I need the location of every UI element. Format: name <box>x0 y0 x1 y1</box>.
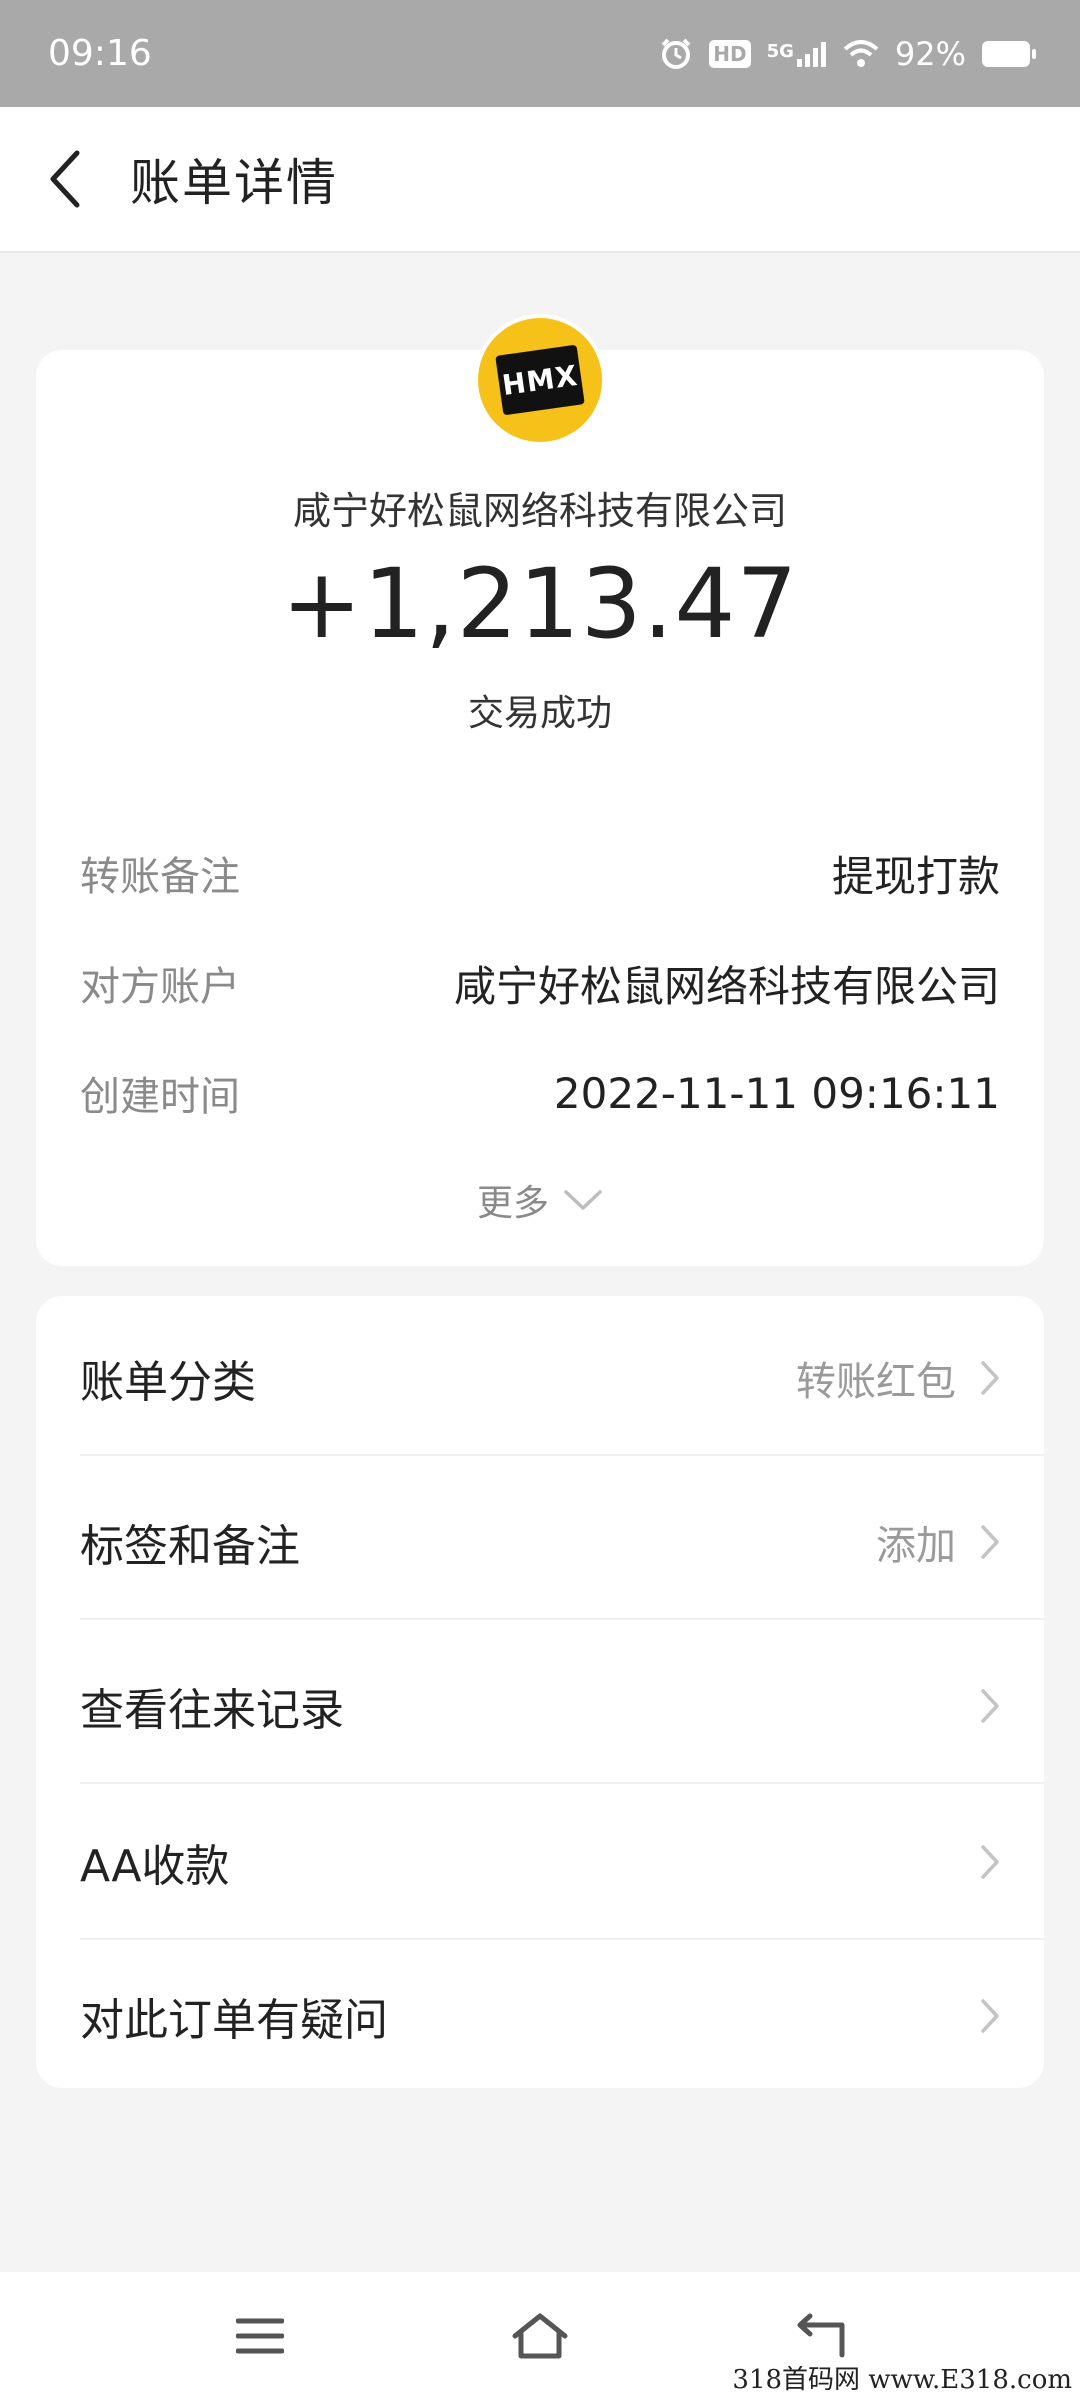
menu-item-order-question[interactable]: 对此订单有疑问 <box>36 1938 1044 2094</box>
app-header: 账单详情 <box>0 107 1080 253</box>
more-label: 更多 <box>476 1183 549 1224</box>
menu-item-label: 账单分类 <box>80 1357 256 1408</box>
signal-icon: 5G <box>767 41 827 67</box>
detail-label: 创建时间 <box>80 1074 240 1120</box>
more-button[interactable]: 更多 <box>0 1172 1080 1228</box>
hd-icon: HD <box>709 39 751 68</box>
divider <box>80 1618 1044 1620</box>
divider <box>80 1454 1044 1456</box>
menu-nav-button[interactable] <box>230 2306 290 2366</box>
transaction-status: 交易成功 <box>467 693 612 734</box>
menu-item-value: 转账红包 <box>796 1359 956 1405</box>
menu-item-label: 查看往来记录 <box>80 1685 344 1736</box>
chevron-right-icon <box>981 1361 999 1395</box>
back-button[interactable] <box>0 106 130 252</box>
status-time: 09:16 <box>48 33 152 74</box>
menu-item-history[interactable]: 查看往来记录 <box>36 1628 1044 1784</box>
menu-item-tags-notes[interactable]: 标签和备注 添加 <box>36 1464 1044 1620</box>
menu-item-bill-category[interactable]: 账单分类 转账红包 <box>36 1300 1044 1456</box>
merchant-name: 咸宁好松鼠网络科技有限公司 <box>292 489 787 533</box>
detail-value: 2022-11-11 09:16:11 <box>553 1068 1000 1118</box>
back-nav-button[interactable] <box>790 2306 850 2366</box>
menu-item-label: 标签和备注 <box>80 1521 300 1572</box>
alarm-icon <box>659 37 693 71</box>
status-icons: HD 5G 92% <box>659 34 1036 73</box>
detail-label: 对方账户 <box>80 964 240 1010</box>
detail-value: 咸宁好松鼠网络科技有限公司 <box>453 961 1000 1011</box>
menu-item-label: AA收款 <box>80 1841 230 1892</box>
watermark-text: 318首码网 www.E318.com <box>732 2365 1072 2395</box>
merchant-logo: HMX <box>478 318 602 442</box>
home-icon <box>512 2313 568 2359</box>
chevron-down-icon <box>564 1190 602 1210</box>
detail-row-created-time: 创建时间 2022-11-11 09:16:11 <box>80 1058 1000 1128</box>
menu-item-label: 对此订单有疑问 <box>80 1995 388 2046</box>
chevron-right-icon <box>981 1845 999 1879</box>
merchant-logo-mark: HMX <box>495 344 585 416</box>
detail-value: 提现打款 <box>831 851 1000 901</box>
detail-row-counterparty: 对方账户 咸宁好松鼠网络科技有限公司 <box>80 948 1000 1018</box>
detail-row-remark: 转账备注 提现打款 <box>80 838 1000 908</box>
menu-item-value: 添加 <box>876 1523 956 1569</box>
transaction-amount: +1,213.47 <box>281 548 799 660</box>
chevron-left-icon <box>50 150 80 208</box>
status-bar: 09:16 HD 5G 92% <box>0 0 1080 107</box>
detail-label: 转账备注 <box>80 854 240 900</box>
hamburger-icon <box>236 2318 284 2354</box>
wifi-icon <box>843 39 879 69</box>
battery-icon <box>982 40 1036 67</box>
chevron-right-icon <box>981 1525 999 1559</box>
return-icon <box>797 2313 845 2358</box>
chevron-right-icon <box>981 1689 999 1723</box>
battery-percent: 92% <box>894 34 966 73</box>
home-nav-button[interactable] <box>510 2306 570 2366</box>
page-title: 账单详情 <box>130 154 338 212</box>
network-type: 5G <box>766 40 794 62</box>
menu-item-aa-collect[interactable]: AA收款 <box>36 1784 1044 1940</box>
chevron-right-icon <box>981 1999 999 2033</box>
